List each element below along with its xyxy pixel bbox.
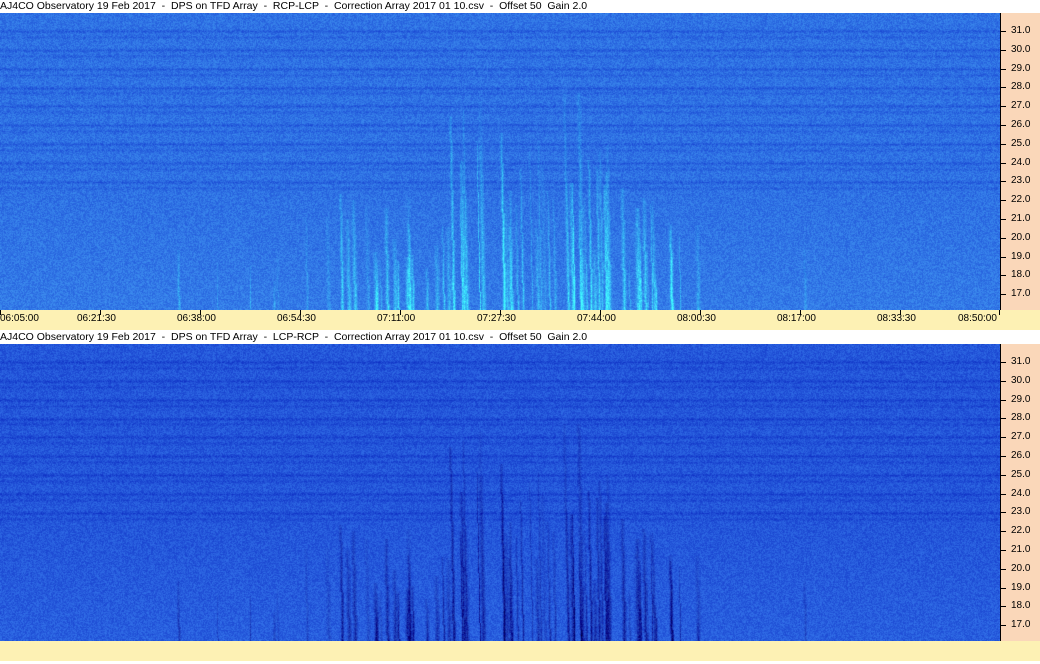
y-tick: [1000, 237, 1006, 239]
x-tick-label: 08:50:00: [958, 313, 997, 324]
y-tick-label: 30.0: [1011, 43, 1031, 55]
y-tick: [1000, 68, 1006, 70]
y-tick: [1000, 294, 1006, 296]
x-tick-label: 08:17:00: [777, 313, 816, 324]
x-tick-label: 06:38:00: [177, 313, 216, 324]
y-tick-label: 25.0: [1011, 137, 1031, 149]
y-tick-label: 31.0: [1011, 356, 1031, 367]
x-tick-label: 06:54:30: [277, 313, 316, 324]
y-tick: [1000, 143, 1006, 145]
frequency-axis-1: 31.0 30.0 29.0 28.0 27.0 26.0 25.0 24.0 23.0 22.0…: [1000, 13, 1040, 310]
y-axis-line: [1000, 344, 1001, 641]
y-tick-label: 26.0: [1011, 119, 1031, 130]
y-tick: [1000, 200, 1006, 202]
y-tick: [1000, 275, 1006, 277]
y-tick: [1000, 531, 1006, 533]
y-tick-label: 23.0: [1011, 175, 1031, 187]
y-tick-label: 27.0: [1011, 100, 1031, 112]
x-tick-label: 06:21:30: [77, 313, 116, 324]
y-tick-label: 21.0: [1011, 544, 1031, 555]
y-tick-label: 27.0: [1011, 431, 1031, 443]
y-tick: [1000, 31, 1006, 32]
y-tick-label: 20.0: [1011, 562, 1031, 574]
y-axis-line: [1000, 13, 1001, 310]
y-tick-label: 29.0: [1011, 62, 1031, 74]
x-tick: [999, 310, 1000, 315]
y-tick: [1000, 512, 1006, 514]
y-tick-label: 28.0: [1011, 412, 1031, 424]
y-tick-label: 22.0: [1011, 525, 1031, 537]
y-tick: [1000, 256, 1006, 258]
y-tick-label: 23.0: [1011, 506, 1031, 518]
y-tick-label: 29.0: [1011, 393, 1031, 405]
x-tick-label: 08:33:30: [877, 313, 916, 324]
y-tick: [1000, 550, 1006, 551]
y-tick-label: 24.0: [1011, 487, 1031, 499]
y-tick-label: 24.0: [1011, 156, 1031, 168]
y-tick: [1000, 493, 1006, 495]
x-tick-label: 07:44:00: [577, 313, 616, 324]
y-tick-label: 21.0: [1011, 213, 1031, 224]
y-tick: [1000, 456, 1006, 457]
x-tick-label: 07:27:30: [477, 313, 516, 324]
y-tick: [1000, 181, 1006, 183]
y-tick: [1000, 87, 1006, 89]
y-tick: [1000, 625, 1006, 627]
panel-2-title: AJ4CO Observatory 19 Feb 2017 - DPS on T…: [0, 331, 1040, 344]
y-tick-label: 28.0: [1011, 81, 1031, 93]
y-tick: [1000, 362, 1006, 363]
y-tick: [1000, 219, 1006, 220]
y-tick: [1000, 380, 1006, 382]
y-tick: [1000, 606, 1006, 608]
time-axis: 06:05:00 06:21:30 06:38:00 06:54:30 07:11:00…: [0, 310, 1040, 330]
y-tick: [1000, 399, 1006, 401]
y-tick-label: 19.0: [1011, 581, 1031, 593]
spectrogram-rcp-lcp: [0, 13, 1000, 310]
y-tick-label: 30.0: [1011, 374, 1031, 386]
y-tick-label: 25.0: [1011, 468, 1031, 480]
y-tick-label: 20.0: [1011, 231, 1031, 243]
y-tick-label: 17.0: [1011, 288, 1031, 300]
y-tick-label: 26.0: [1011, 450, 1031, 461]
y-tick: [1000, 568, 1006, 570]
y-tick-label: 18.0: [1011, 269, 1031, 281]
x-tick-label: 06:05:00: [0, 313, 39, 324]
y-tick-label: 31.0: [1011, 25, 1031, 36]
x-tick-label: 08:00:30: [677, 313, 716, 324]
y-tick: [1000, 437, 1006, 439]
y-tick: [1000, 474, 1006, 476]
y-tick: [1000, 125, 1006, 126]
panel-1-title: AJ4CO Observatory 19 Feb 2017 - DPS on T…: [0, 0, 1040, 13]
spectrogram-lcp-rcp: [0, 344, 1000, 641]
frequency-axis-2: 31.0 30.0 29.0 28.0 27.0 26.0 25.0 24.0 23.0 22.0…: [1000, 344, 1040, 641]
y-tick-label: 18.0: [1011, 600, 1031, 612]
y-tick: [1000, 49, 1006, 51]
y-tick: [1000, 587, 1006, 589]
y-tick: [1000, 418, 1006, 420]
time-axis-empty: [0, 641, 1040, 661]
y-tick: [1000, 106, 1006, 108]
y-tick-label: 19.0: [1011, 250, 1031, 262]
y-tick-label: 22.0: [1011, 194, 1031, 206]
x-tick-label: 07:11:00: [377, 313, 416, 324]
y-tick-label: 17.0: [1011, 619, 1031, 631]
y-tick: [1000, 162, 1006, 164]
